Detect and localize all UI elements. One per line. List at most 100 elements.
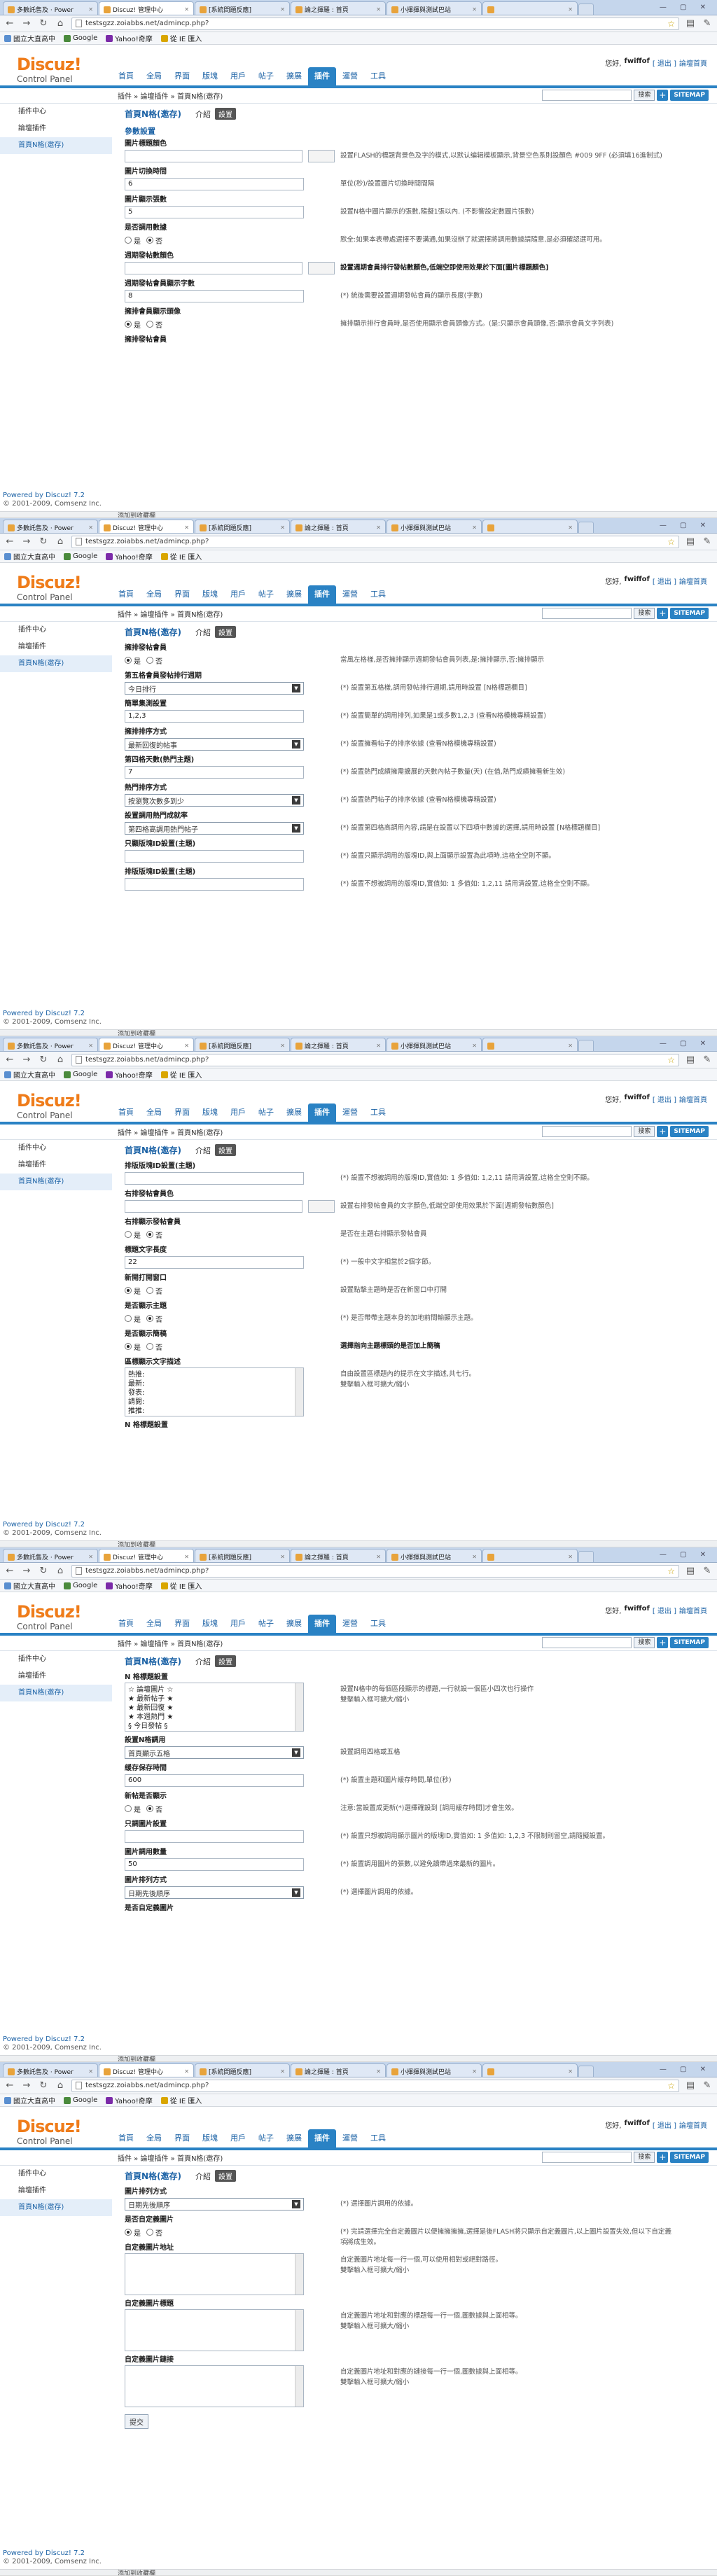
close-icon[interactable]: ✕ bbox=[280, 1554, 285, 1560]
sidebar-item[interactable]: 論壇插件 bbox=[0, 1668, 112, 1685]
select-dropdown[interactable]: 日期先後順序 ▼ bbox=[125, 1886, 304, 1899]
bookmark-item[interactable]: 從 IE 匯入 bbox=[160, 33, 202, 43]
close-icon[interactable]: ✕ bbox=[280, 1043, 285, 1049]
intro-tab[interactable]: 介紹 bbox=[195, 1656, 211, 1667]
forum-home-link[interactable]: 論壇首頁 bbox=[679, 1094, 707, 1104]
browser-tab[interactable]: 論之揮羅 : 首頁 ✕ bbox=[291, 1, 386, 15]
home-icon[interactable]: ⌂ bbox=[55, 2080, 66, 2091]
logout-link[interactable]: [ 退出 ] bbox=[653, 1094, 676, 1104]
new-tab-button[interactable] bbox=[578, 2066, 594, 2077]
text-input[interactable]: 7 bbox=[125, 766, 304, 779]
menu-item[interactable]: 插件 bbox=[308, 1615, 336, 1633]
browser-tab[interactable]: 小揮揮與測試巴站 ✕ bbox=[387, 520, 482, 533]
browser-tab[interactable]: ✕ bbox=[482, 1549, 578, 1562]
bookmark-item[interactable]: Yahoo!奇摩 bbox=[106, 33, 153, 43]
settings-tab[interactable]: 設置 bbox=[215, 108, 237, 120]
sitemap-button[interactable]: SITEMAP bbox=[670, 2152, 709, 2163]
window-controls[interactable]: — ▢ ✕ bbox=[660, 1040, 717, 1047]
address-bar[interactable]: testsgzz.zoiabbs.net/admincp.php? ☆ bbox=[71, 1564, 679, 1578]
scrollbar[interactable] bbox=[295, 2310, 303, 2351]
scrollbar[interactable] bbox=[295, 1368, 303, 1416]
bookmark-item[interactable]: 從 IE 匯入 bbox=[160, 1069, 202, 1080]
horizontal-scrollbar[interactable]: 添加到收藏欄 bbox=[0, 2054, 717, 2061]
menu-item[interactable]: 工具 bbox=[364, 67, 392, 85]
close-icon[interactable]: ✕ bbox=[376, 1043, 381, 1049]
add-to-favorites-link[interactable]: 添加到收藏欄 bbox=[118, 2568, 155, 2575]
add-to-favorites-link[interactable]: 添加到收藏欄 bbox=[118, 1029, 155, 1036]
wrench-icon[interactable]: ✎ bbox=[702, 536, 713, 548]
browser-tab[interactable]: Discuz! 管理中心 ✕ bbox=[99, 1, 194, 15]
logout-link[interactable]: [ 退出 ] bbox=[653, 576, 676, 586]
discuz-logo[interactable]: Discuz! Control Panel bbox=[17, 1603, 82, 1631]
scrollbar[interactable] bbox=[295, 2366, 303, 2407]
close-icon[interactable]: ✕ bbox=[280, 2068, 285, 2075]
plus-icon[interactable]: + bbox=[657, 1637, 669, 1648]
close-icon[interactable]: ✕ bbox=[376, 6, 381, 13]
new-tab-button[interactable] bbox=[578, 4, 594, 15]
browser-tab[interactable]: 論之揮羅 : 首頁 ✕ bbox=[291, 520, 386, 533]
menu-item[interactable]: 運營 bbox=[336, 67, 364, 85]
star-icon[interactable]: ☆ bbox=[667, 1055, 675, 1065]
menu-item[interactable]: 工具 bbox=[364, 585, 392, 604]
browser-tab[interactable]: 多數託售及 · Power ✕ bbox=[3, 520, 98, 533]
browser-tab[interactable]: 多數託售及 · Power ✕ bbox=[3, 1, 98, 15]
browser-tab[interactable]: [系統問題反應] ✕ bbox=[195, 520, 290, 533]
menu-item[interactable]: 界面 bbox=[168, 67, 196, 85]
radio-button[interactable] bbox=[125, 2229, 132, 2236]
logout-link[interactable]: [ 退出 ] bbox=[653, 2119, 676, 2130]
horizontal-scrollbar[interactable]: 添加到收藏欄 bbox=[0, 2568, 717, 2575]
settings-tab[interactable]: 設置 bbox=[215, 2170, 237, 2182]
radio-button[interactable] bbox=[146, 321, 153, 328]
close-icon[interactable]: ✕ bbox=[88, 2068, 93, 2075]
menu-item[interactable]: 擴展 bbox=[280, 2129, 308, 2147]
sitemap-button[interactable]: SITEMAP bbox=[670, 608, 709, 619]
text-input[interactable] bbox=[125, 878, 304, 891]
browser-tab[interactable]: ✕ bbox=[482, 520, 578, 533]
radio-button[interactable] bbox=[125, 1315, 132, 1322]
forward-icon[interactable]: → bbox=[21, 18, 32, 29]
browser-tab[interactable]: 多數託售及 · Power ✕ bbox=[3, 1038, 98, 1051]
text-input[interactable]: 1,2,3 bbox=[125, 710, 304, 723]
text-input[interactable] bbox=[125, 1830, 304, 1843]
menu-item[interactable]: 首頁 bbox=[112, 2129, 140, 2147]
close-icon[interactable]: ✕ bbox=[88, 1043, 93, 1049]
menu-item[interactable]: 界面 bbox=[168, 585, 196, 604]
add-to-favorites-link[interactable]: 添加到收藏欄 bbox=[118, 2054, 155, 2061]
sidebar-item[interactable]: 首頁N格(邀存) bbox=[0, 1174, 112, 1190]
page-menu-icon[interactable]: ▤ bbox=[685, 18, 696, 29]
forum-home-link[interactable]: 論壇首頁 bbox=[679, 57, 707, 68]
reload-icon[interactable]: ↻ bbox=[38, 18, 49, 29]
close-icon[interactable]: ✕ bbox=[184, 1043, 189, 1049]
radio-option[interactable]: 是 bbox=[125, 1314, 141, 1324]
discuz-logo[interactable]: Discuz! Control Panel bbox=[17, 1092, 82, 1120]
close-icon[interactable]: ✕ bbox=[184, 6, 189, 13]
select-dropdown[interactable]: 最新回復的帖事 ▼ bbox=[125, 738, 304, 751]
radio-option[interactable]: 否 bbox=[146, 319, 162, 330]
browser-tab[interactable]: 小揮揮與測試巴站 ✕ bbox=[387, 1038, 482, 1051]
window-controls[interactable]: — ▢ ✕ bbox=[660, 2066, 717, 2073]
search-input[interactable] bbox=[542, 2152, 632, 2163]
search-button[interactable]: 搜索 bbox=[634, 2152, 655, 2163]
horizontal-scrollbar[interactable]: 添加到收藏欄 bbox=[0, 511, 717, 517]
radio-button[interactable] bbox=[146, 1231, 153, 1238]
radio-option[interactable]: 是 bbox=[125, 1286, 141, 1296]
menu-item[interactable]: 界面 bbox=[168, 1615, 196, 1633]
text-input[interactable]: 50 bbox=[125, 1858, 304, 1871]
menu-item[interactable]: 插件 bbox=[308, 2129, 336, 2147]
back-icon[interactable]: ← bbox=[4, 18, 15, 29]
wrench-icon[interactable]: ✎ bbox=[702, 1054, 713, 1066]
sidebar-item[interactable]: 插件中心 bbox=[0, 104, 112, 120]
select-dropdown[interactable]: 首頁顯示五格 ▼ bbox=[125, 1746, 304, 1759]
menu-item[interactable]: 版塊 bbox=[196, 2129, 224, 2147]
reload-icon[interactable]: ↻ bbox=[38, 1054, 49, 1066]
menu-item[interactable]: 擴展 bbox=[280, 1615, 308, 1633]
menu-item[interactable]: 帖子 bbox=[252, 585, 280, 604]
menu-item[interactable]: 插件 bbox=[308, 67, 336, 85]
powered-link[interactable]: Discuz! 7.2 bbox=[46, 2549, 85, 2557]
color-input[interactable] bbox=[125, 1200, 303, 1213]
text-input[interactable]: 5 bbox=[125, 206, 304, 218]
menu-item[interactable]: 全局 bbox=[140, 2129, 168, 2147]
sidebar-item[interactable]: 首頁N格(邀存) bbox=[0, 655, 112, 672]
radio-button[interactable] bbox=[146, 1343, 153, 1350]
menu-item[interactable]: 全局 bbox=[140, 1615, 168, 1633]
